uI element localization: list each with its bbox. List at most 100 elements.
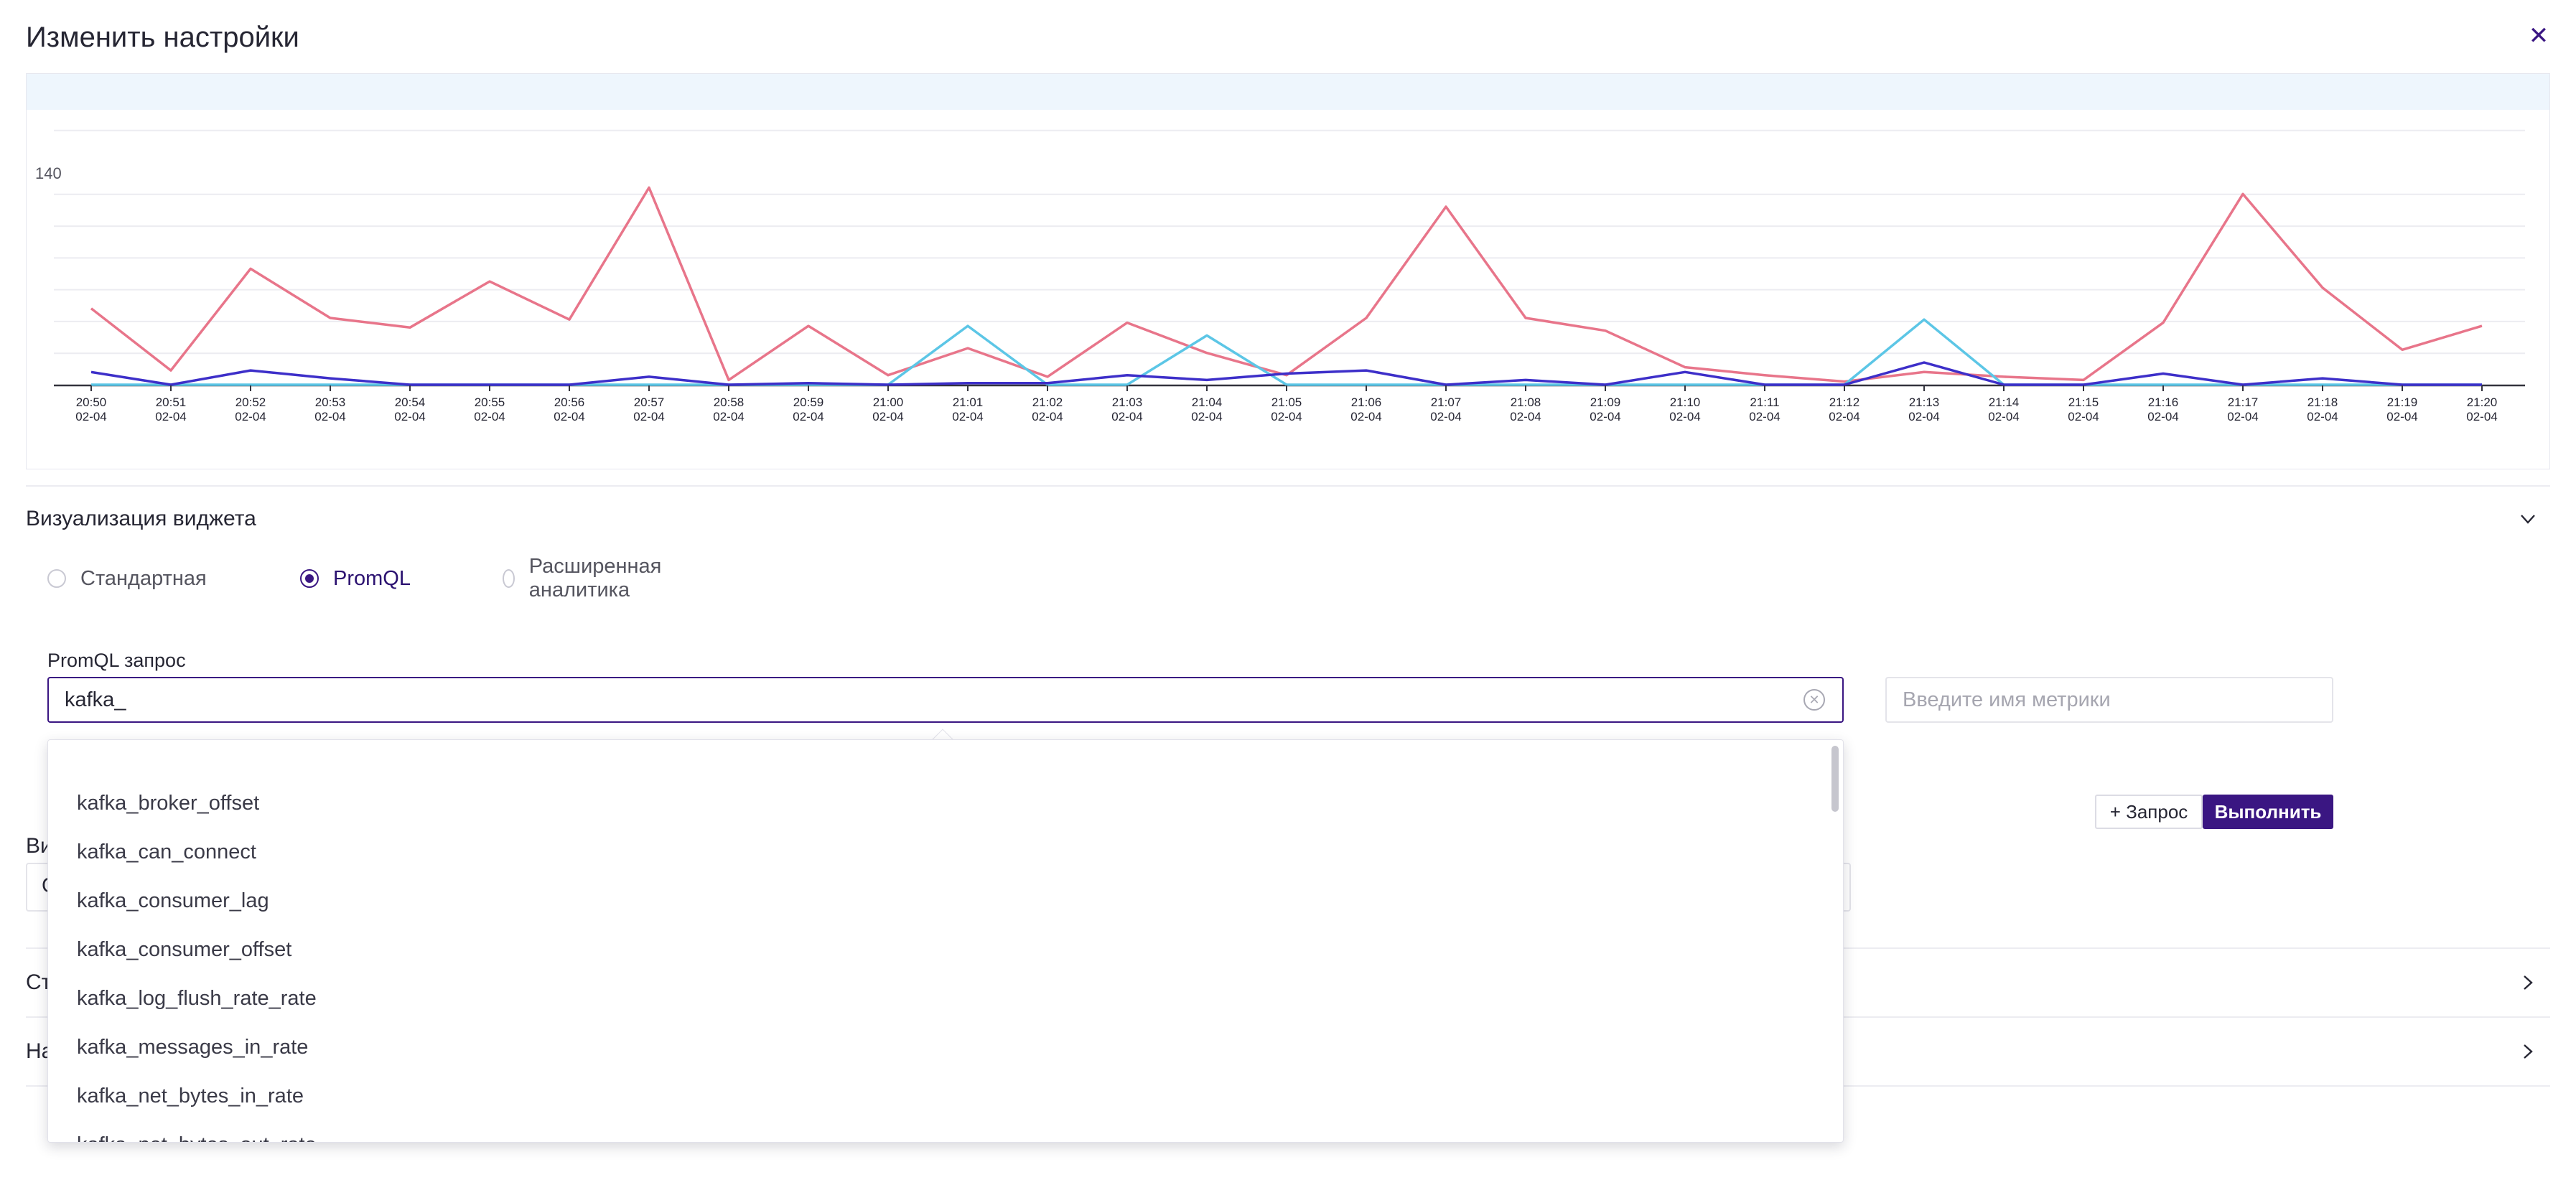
widget-section-title: Визуализация виджета (26, 507, 256, 530)
section-divider (26, 485, 2550, 487)
suggestion-item[interactable]: kafka_log_flush_rate_rate (77, 974, 317, 1023)
radio-label: Расширенная аналитика (528, 555, 662, 601)
x-tick-label-time: 21:12 (1829, 395, 1860, 409)
y-tick-label: 140 (35, 164, 62, 182)
x-tick-label-date: 02-04 (2068, 410, 2099, 423)
x-tick-label-time: 20:56 (554, 395, 585, 409)
x-tick-label-time: 21:20 (2467, 395, 2498, 409)
radio-circle-icon[interactable] (47, 569, 66, 588)
x-tick-label-date: 02-04 (713, 410, 744, 423)
x-tick-label-time: 21:11 (1750, 395, 1779, 409)
radio-circle-icon[interactable] (300, 569, 319, 588)
x-tick-label-date: 02-04 (1032, 410, 1063, 423)
x-tick-label-date: 02-04 (1749, 410, 1780, 423)
x-tick-label-date: 02-04 (633, 410, 664, 423)
radio-advanced-analytics[interactable]: Расширенная аналитика (503, 555, 668, 601)
x-tick-label-date: 02-04 (1430, 410, 1461, 423)
x-tick-label-date: 02-04 (1510, 410, 1541, 423)
x-tick-label-date: 02-04 (554, 410, 584, 423)
suggestion-item[interactable]: kafka_net_bytes_in_rate (77, 1072, 304, 1120)
suggestion-item[interactable]: kafka_messages_in_rate (77, 1023, 308, 1072)
chart-panel: 140 20:50 02-04 20:51 02-04 20:52 02-04 20:53 02… (26, 73, 2550, 469)
chevron-down-icon[interactable] (2517, 508, 2539, 530)
x-tick-label-time: 21:08 (1511, 395, 1541, 409)
x-tick-label-date: 02-04 (1271, 410, 1302, 423)
radio-label: Стандартная (80, 566, 207, 590)
x-tick-label-date: 02-04 (793, 410, 823, 423)
add-query-button[interactable]: + Запрос (2095, 795, 2203, 829)
close-icon[interactable]: ✕ (2527, 24, 2550, 48)
x-tick-label-date: 02-04 (2307, 410, 2338, 423)
x-tick-label-time: 21:00 (873, 395, 904, 409)
x-tick-label-time: 21:02 (1032, 395, 1063, 409)
chevron-right-icon[interactable] (2517, 1041, 2539, 1062)
series-line-1 (90, 186, 2483, 383)
metric-suggestions-dropdown: kafka_broker_offset kafka_can_connect ka… (47, 739, 1844, 1143)
x-tick-label-time: 21:04 (1192, 395, 1223, 409)
x-tick-label-time: 20:57 (634, 395, 665, 409)
x-tick-label-time: 21:05 (1271, 395, 1302, 409)
x-tick-label-date: 02-04 (2466, 410, 2497, 423)
x-tick-label-date: 02-04 (1669, 410, 1700, 423)
series-line-3 (90, 361, 2482, 386)
x-tick-label-date: 02-04 (1908, 410, 1939, 423)
suggestion-item[interactable]: kafka_consumer_lag (77, 876, 269, 925)
radio-circle-icon[interactable] (503, 569, 515, 588)
suggestion-item[interactable]: kafka_can_connect (77, 828, 256, 876)
suggestion-item[interactable]: kafka_consumer_offset (77, 925, 291, 974)
x-tick-label-time: 20:59 (793, 395, 824, 409)
x-tick-label-time: 20:50 (76, 395, 107, 409)
chart-header-bar (27, 74, 2549, 110)
radio-standard[interactable]: Стандартная (47, 564, 207, 593)
x-tick-label-date: 02-04 (1191, 410, 1222, 423)
x-tick-label-date: 02-04 (2147, 410, 2178, 423)
x-tick-label-time: 21:06 (1351, 395, 1382, 409)
chevron-right-icon[interactable] (2517, 972, 2539, 993)
x-tick-label-time: 21:15 (2068, 395, 2099, 409)
dropdown-scrollbar[interactable] (1831, 746, 1839, 812)
x-tick-label-time: 20:55 (475, 395, 505, 409)
suggestion-item[interactable]: kafka_net_bytes_out_rate (77, 1120, 317, 1142)
promql-query-input[interactable] (47, 677, 1844, 723)
x-tick-label-date: 02-04 (155, 410, 186, 423)
x-tick-label-date: 02-04 (1988, 410, 2019, 423)
x-tick-label-time: 20:58 (714, 395, 745, 409)
x-tick-label-time: 21:07 (1431, 395, 1462, 409)
clear-input-icon[interactable]: ✕ (1803, 689, 1825, 711)
x-tick-label-date: 02-04 (75, 410, 106, 423)
x-tick-label-date: 02-04 (394, 410, 425, 423)
x-tick-label-time: 20:51 (156, 395, 187, 409)
x-tick-label-date: 02-04 (1829, 410, 1859, 423)
x-tick-label-date: 02-04 (2227, 410, 2258, 423)
x-tick-label-time: 21:18 (2307, 395, 2338, 409)
x-tick-label-time: 21:09 (1590, 395, 1621, 409)
x-tick-label-time: 21:14 (1989, 395, 2020, 409)
x-tick-label-date: 02-04 (2386, 410, 2417, 423)
x-tick-label-time: 21:01 (953, 395, 984, 409)
x-tick-label-time: 21:16 (2148, 395, 2179, 409)
run-button[interactable]: Выполнить (2203, 795, 2333, 829)
line-chart: 14020:5002-0420:5102-0420:5202-0420:5302… (35, 129, 2525, 423)
x-tick-label-date: 02-04 (1350, 410, 1381, 423)
x-tick-label-time: 21:17 (2228, 395, 2259, 409)
x-tick-label-time: 21:13 (1909, 395, 1940, 409)
x-tick-label-date: 02-04 (1111, 410, 1142, 423)
x-tick-label-date: 02-04 (1590, 410, 1620, 423)
metric-name-input[interactable] (1885, 677, 2333, 723)
x-tick-label-date: 02-04 (474, 410, 505, 423)
suggestion-item[interactable]: kafka_broker_offset (77, 779, 259, 828)
promql-label: PromQL запрос (47, 650, 186, 671)
radio-promql[interactable]: PromQL (300, 564, 411, 593)
x-tick-label-date: 02-04 (235, 410, 266, 423)
page-title: Изменить настройки (26, 22, 299, 53)
x-tick-label-time: 21:03 (1112, 395, 1143, 409)
x-tick-label-time: 20:52 (235, 395, 266, 409)
x-tick-label-time: 20:53 (315, 395, 346, 409)
x-tick-label-time: 21:19 (2387, 395, 2418, 409)
x-tick-label-date: 02-04 (952, 410, 983, 423)
x-tick-label-time: 20:54 (395, 395, 426, 409)
x-tick-label-time: 21:10 (1670, 395, 1701, 409)
x-tick-label-date: 02-04 (314, 410, 345, 423)
radio-label: PromQL (333, 566, 411, 590)
x-tick-label-date: 02-04 (872, 410, 903, 423)
